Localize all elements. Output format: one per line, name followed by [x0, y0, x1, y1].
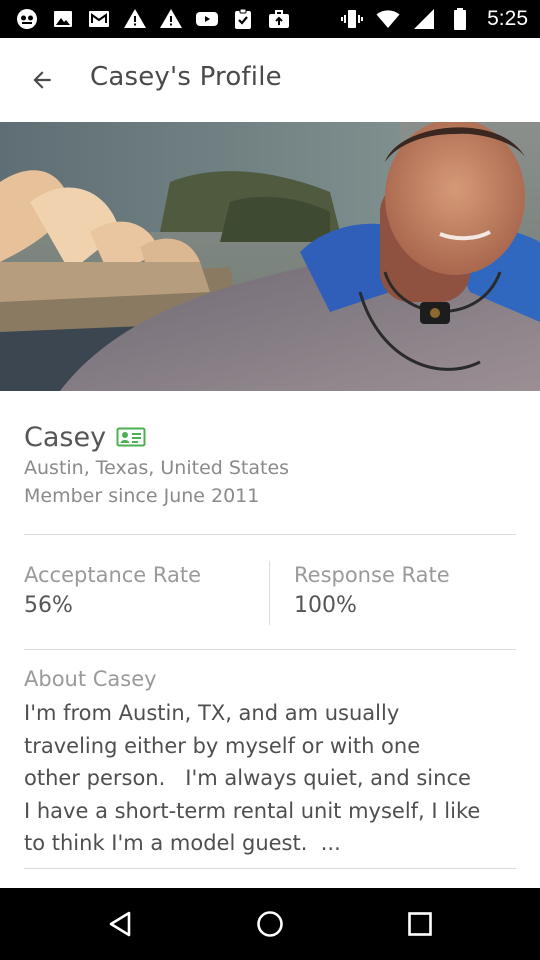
clipboard-check-icon	[235, 8, 251, 29]
about-title: About Casey	[24, 667, 157, 691]
back-button[interactable]	[20, 58, 64, 102]
acceptance-rate-stat: Acceptance Rate 56%	[24, 563, 201, 618]
profile-photo-image	[0, 122, 540, 391]
nav-home-button[interactable]	[248, 902, 292, 946]
id-card-icon	[116, 427, 146, 447]
nav-recents-button[interactable]	[398, 902, 442, 946]
mail-icon	[89, 11, 109, 27]
user-location: Austin, Texas, United States	[24, 457, 290, 479]
divider	[24, 868, 516, 869]
name-row: Casey	[24, 419, 146, 455]
nav-back-button[interactable]	[98, 902, 142, 946]
acceptance-rate-value: 56%	[24, 593, 73, 618]
wifi-icon	[376, 10, 400, 28]
page-title: Casey's Profile	[90, 62, 282, 92]
vibrate-icon	[341, 10, 364, 28]
system-icons: 5:25	[339, 7, 528, 31]
navigation-bar	[0, 888, 540, 960]
warning-icon	[124, 9, 146, 28]
notification-icons	[14, 7, 292, 31]
briefcase-upload-icon	[269, 10, 289, 28]
battery-icon	[454, 8, 467, 30]
arrow-back-icon	[33, 71, 51, 89]
app-bar: Casey's Profile	[0, 38, 540, 122]
image-icon	[54, 11, 72, 27]
member-since: Member since June 2011	[24, 485, 260, 507]
response-rate-value: 100%	[294, 593, 357, 618]
recents-square-icon	[408, 912, 432, 936]
acceptance-rate-label: Acceptance Rate	[24, 563, 202, 587]
back-triangle-icon	[109, 911, 131, 937]
about-text[interactable]: I'm from Austin, TX, and am usually trav…	[24, 697, 516, 860]
response-rate-stat: Response Rate 100%	[294, 563, 450, 618]
user-name: Casey	[24, 421, 107, 453]
warning-icon	[160, 9, 182, 28]
app-icon	[17, 9, 37, 29]
home-circle-icon	[257, 911, 283, 937]
response-rate-label: Response Rate	[294, 563, 450, 587]
divider	[24, 534, 516, 535]
signal-icon	[414, 9, 435, 29]
profile-photo[interactable]	[0, 122, 540, 391]
stats-divider	[269, 561, 270, 625]
clock: 5:25	[487, 7, 528, 30]
status-bar: 5:25	[0, 0, 540, 38]
youtube-icon	[196, 12, 218, 26]
divider	[24, 649, 516, 650]
